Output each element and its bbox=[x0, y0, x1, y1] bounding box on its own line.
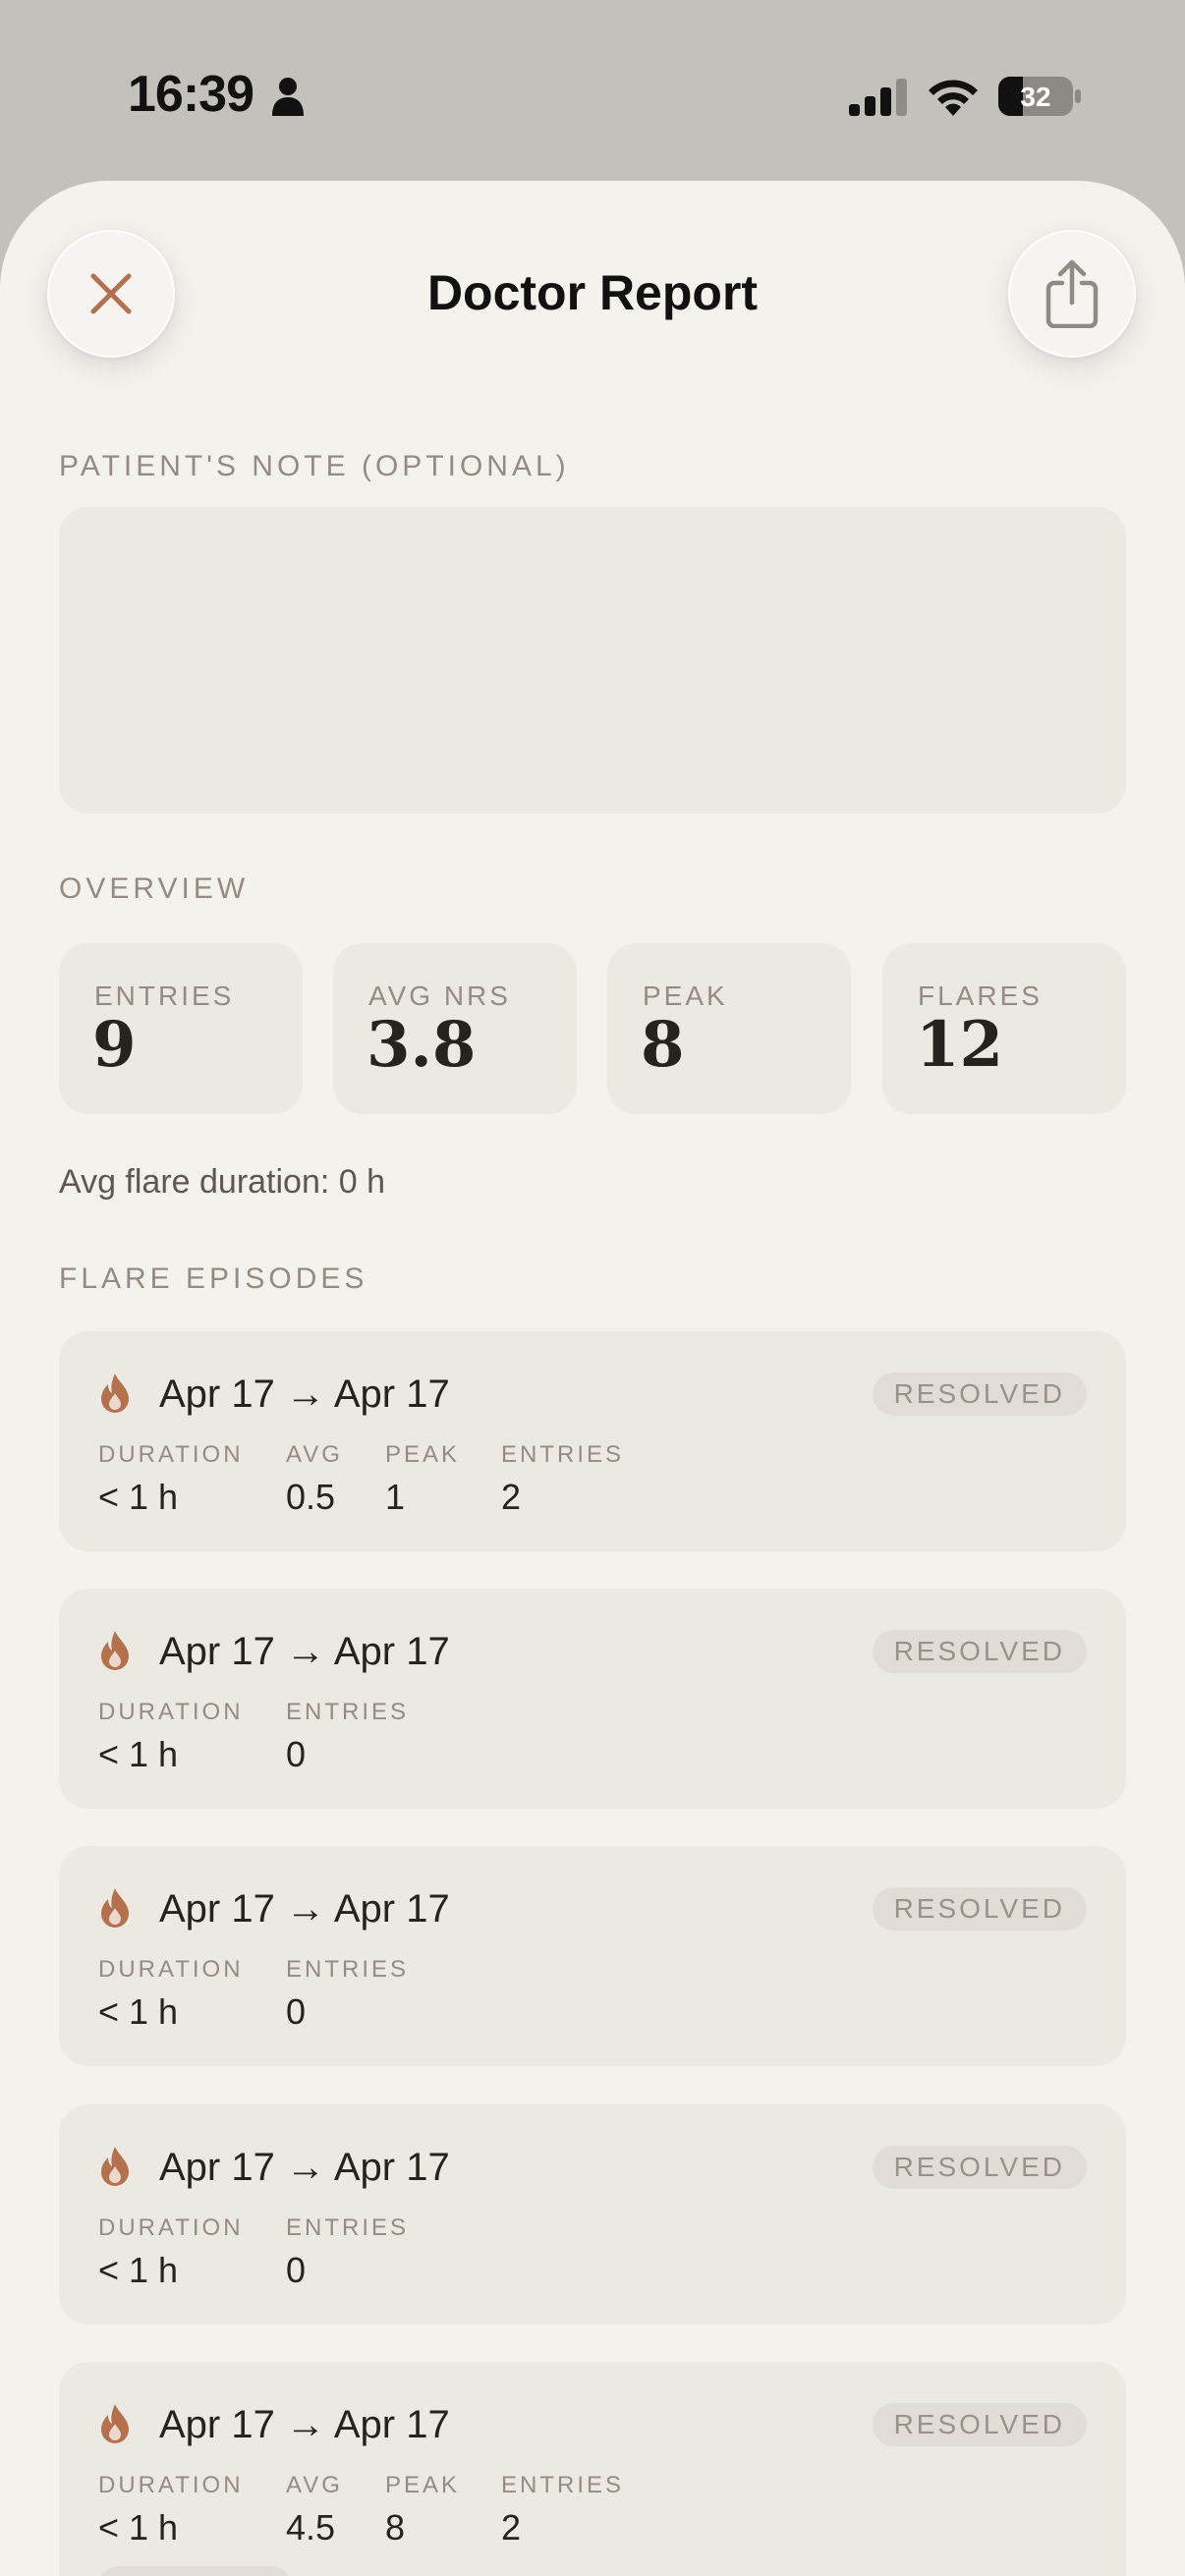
metric-label: DURATION bbox=[98, 1956, 244, 1983]
flare-episodes-label: FLARE EPISODES bbox=[59, 1262, 368, 1295]
status-badge: RESOLVED bbox=[872, 2146, 1087, 2189]
metric-entries: ENTRIES 2 bbox=[501, 1441, 624, 1518]
stat-card-avg-nrs: AVG NRS 3.8 bbox=[333, 943, 577, 1114]
stat-value: 8 bbox=[641, 1008, 685, 1082]
stat-value: 12 bbox=[916, 1008, 1004, 1082]
battery-icon: 32 bbox=[998, 77, 1081, 116]
share-button[interactable] bbox=[1008, 230, 1136, 358]
metric-value: < 1 h bbox=[98, 1734, 179, 1774]
patient-note-label: PATIENT'S NOTE (OPTIONAL) bbox=[59, 450, 570, 482]
stat-value: 3.8 bbox=[367, 1008, 477, 1082]
flame-icon bbox=[101, 2147, 129, 2186]
flame-icon bbox=[101, 2404, 129, 2443]
metric-value: 2 bbox=[501, 2507, 522, 2548]
metric-value: < 1 h bbox=[98, 2250, 179, 2290]
metric-peak: PEAK 8 bbox=[385, 2472, 460, 2548]
status-bar: 16:39 32 bbox=[0, 0, 1185, 187]
metric-label: ENTRIES bbox=[286, 1956, 410, 1983]
metric-value: 0 bbox=[286, 1991, 307, 2032]
metric-label: DURATION bbox=[98, 1699, 244, 1725]
episode-date-range: Apr 17 → Apr 17 bbox=[159, 2146, 450, 2189]
episode-chip bbox=[98, 2566, 291, 2576]
doctor-report-sheet: Doctor Report PATIENT'S NOTE (OPTIONAL) … bbox=[0, 181, 1185, 2576]
metric-entries: ENTRIES 0 bbox=[286, 2214, 409, 2291]
metric-label: AVG bbox=[286, 1441, 343, 1468]
flame-icon bbox=[101, 1631, 129, 1670]
avg-flare-duration: Avg flare duration: 0 h bbox=[59, 1163, 386, 1201]
metric-entries: ENTRIES 2 bbox=[501, 2472, 624, 2548]
metric-value: < 1 h bbox=[98, 1991, 179, 2032]
metric-value: 8 bbox=[385, 2507, 406, 2548]
status-badge: RESOLVED bbox=[872, 1630, 1087, 1673]
metric-value: 0 bbox=[286, 2250, 307, 2290]
episode-date-range: Apr 17 → Apr 17 bbox=[159, 1630, 450, 1673]
metric-label: DURATION bbox=[98, 2472, 244, 2498]
wifi-icon bbox=[929, 80, 978, 116]
metric-label: ENTRIES bbox=[286, 2214, 410, 2241]
stat-card-flares: FLARES 12 bbox=[882, 943, 1126, 1114]
stat-value: 9 bbox=[92, 1008, 137, 1082]
metric-value: 1 bbox=[385, 1477, 406, 1517]
status-badge: RESOLVED bbox=[872, 1372, 1087, 1416]
metric-label: ENTRIES bbox=[501, 2472, 625, 2498]
metric-duration: DURATION < 1 h bbox=[98, 1699, 244, 1775]
metric-avg: AVG 0.5 bbox=[286, 1441, 343, 1518]
flame-icon bbox=[101, 1373, 129, 1413]
flare-episode-card[interactable]: Apr 17 → Apr 17 RESOLVED DURATION < 1 h … bbox=[59, 1331, 1126, 1551]
metric-duration: DURATION < 1 h bbox=[98, 2472, 244, 2548]
stat-card-peak: PEAK 8 bbox=[607, 943, 851, 1114]
status-badge: RESOLVED bbox=[872, 2403, 1087, 2446]
person-icon bbox=[272, 78, 304, 116]
flare-episode-card[interactable]: Apr 17 → Apr 17 RESOLVED DURATION < 1 h … bbox=[59, 2104, 1126, 2324]
metric-peak: PEAK 1 bbox=[385, 1441, 460, 1518]
battery-level: 32 bbox=[1020, 82, 1050, 112]
patient-note-input[interactable] bbox=[59, 507, 1126, 813]
metric-value: 4.5 bbox=[286, 2507, 336, 2548]
metric-duration: DURATION < 1 h bbox=[98, 1441, 244, 1518]
metric-label: DURATION bbox=[98, 1441, 244, 1468]
metric-value: < 1 h bbox=[98, 2507, 179, 2548]
metric-value: < 1 h bbox=[98, 1477, 179, 1517]
cellular-signal-icon bbox=[849, 79, 907, 116]
flare-episode-card[interactable]: Apr 17 → Apr 17 RESOLVED DURATION < 1 h … bbox=[59, 2362, 1126, 2576]
metric-value: 2 bbox=[501, 1477, 522, 1517]
status-time: 16:39 bbox=[128, 66, 254, 123]
episode-date-range: Apr 17 → Apr 17 bbox=[159, 1372, 450, 1416]
metric-label: AVG bbox=[286, 2472, 343, 2498]
episode-date-range: Apr 17 → Apr 17 bbox=[159, 2403, 450, 2446]
metric-entries: ENTRIES 0 bbox=[286, 1956, 409, 2033]
episode-date-range: Apr 17 → Apr 17 bbox=[159, 1887, 450, 1931]
flare-episode-card[interactable]: Apr 17 → Apr 17 RESOLVED DURATION < 1 h … bbox=[59, 1589, 1126, 1809]
metric-label: PEAK bbox=[385, 2472, 461, 2498]
metric-value: 0.5 bbox=[286, 1477, 336, 1517]
metric-label: DURATION bbox=[98, 2214, 244, 2241]
metric-value: 0 bbox=[286, 1734, 307, 1774]
metric-label: PEAK bbox=[385, 1441, 461, 1468]
flame-icon bbox=[101, 1888, 129, 1928]
metric-avg: AVG 4.5 bbox=[286, 2472, 343, 2548]
metric-label: ENTRIES bbox=[501, 1441, 625, 1468]
metric-duration: DURATION < 1 h bbox=[98, 1956, 244, 2033]
stat-card-entries: ENTRIES 9 bbox=[59, 943, 303, 1114]
metric-entries: ENTRIES 0 bbox=[286, 1699, 409, 1775]
share-icon bbox=[1045, 259, 1099, 328]
overview-label: OVERVIEW bbox=[59, 872, 250, 905]
metric-duration: DURATION < 1 h bbox=[98, 2214, 244, 2291]
metric-label: ENTRIES bbox=[286, 1699, 410, 1725]
status-badge: RESOLVED bbox=[872, 1887, 1087, 1931]
flare-episode-card[interactable]: Apr 17 → Apr 17 RESOLVED DURATION < 1 h … bbox=[59, 1846, 1126, 2066]
